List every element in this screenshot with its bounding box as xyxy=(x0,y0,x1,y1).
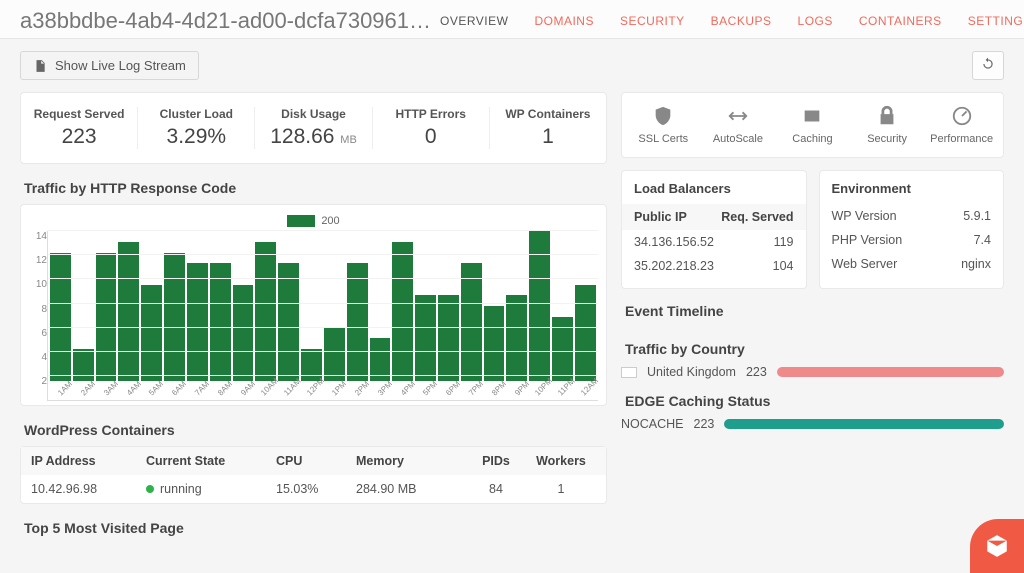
refresh-button[interactable] xyxy=(972,51,1004,80)
bar xyxy=(141,285,162,381)
nav-overview[interactable]: OVERVIEW xyxy=(440,14,508,28)
nav-logs[interactable]: LOGS xyxy=(798,14,833,28)
top-pages-title: Top 5 Most Visited Page xyxy=(24,520,607,536)
bar xyxy=(255,242,276,381)
env-row: WP Version5.9.1 xyxy=(832,204,992,228)
bar xyxy=(118,242,139,381)
nav-containers[interactable]: CONTAINERS xyxy=(859,14,942,28)
lock-icon xyxy=(876,105,898,127)
bar xyxy=(506,295,527,381)
bar xyxy=(575,285,596,381)
bar xyxy=(392,242,413,381)
disk-icon xyxy=(801,105,823,127)
cube-icon xyxy=(984,533,1010,559)
bar xyxy=(73,349,94,381)
cache-bar xyxy=(724,419,1004,429)
chart-legend: 200 xyxy=(29,215,598,227)
traffic-country-card: Traffic by Country United Kingdom 223 xyxy=(621,339,1004,379)
chart-bars: 1AM2AM3AM4AM5AM6AM7AM8AM9AM10AM11AM12PM1… xyxy=(47,231,598,401)
load-balancers-card: Load Balancers Public IPReq. Served 34.1… xyxy=(621,170,807,289)
bar xyxy=(461,263,482,381)
env-row: PHP Version7.4 xyxy=(832,228,992,252)
environment-card: Environment WP Version5.9.1 PHP Version7… xyxy=(819,170,1005,289)
flag-icon xyxy=(621,367,637,378)
chart-y-axis: 1412108642 xyxy=(29,231,47,401)
document-icon xyxy=(33,59,47,73)
country-bar xyxy=(777,367,1004,377)
bar xyxy=(484,306,505,381)
bar xyxy=(324,328,345,382)
refresh-icon xyxy=(981,57,995,71)
stat-http-errors: HTTP Errors 0 xyxy=(373,107,490,149)
bar xyxy=(233,285,254,381)
lb-row: 35.202.218.23104 xyxy=(634,254,794,278)
top-nav: OVERVIEW DOMAINS SECURITY BACKUPS LOGS C… xyxy=(440,14,1024,28)
traffic-chart-card: Traffic by HTTP Response Code 200 141210… xyxy=(20,178,607,406)
bar xyxy=(210,263,231,381)
chart-title: Traffic by HTTP Response Code xyxy=(24,180,607,196)
site-id-title: a38bbdbe-4ab4-4d21-ad00-dcfa73096149.fs0… xyxy=(20,8,440,34)
help-fab[interactable] xyxy=(970,519,1024,573)
wp-table-row: 10.42.96.98 running 15.03% 284.90 MB 84 … xyxy=(21,475,606,503)
env-row: Web Servernginx xyxy=(832,252,992,276)
bar xyxy=(187,263,208,381)
stat-request-served: Request Served 223 xyxy=(21,107,138,149)
bar xyxy=(96,253,117,382)
shortcut-autoscale[interactable]: AutoScale xyxy=(701,105,776,145)
bar xyxy=(438,295,459,381)
wp-table-header: IP Address Current State CPU Memory PIDs… xyxy=(21,447,606,475)
shortcut-performance[interactable]: Performance xyxy=(924,105,999,145)
top-pages-card: Top 5 Most Visited Page xyxy=(20,518,607,544)
wp-containers-card: WordPress Containers IP Address Current … xyxy=(20,420,607,504)
shortcut-security[interactable]: Security xyxy=(850,105,925,145)
bar xyxy=(50,253,71,382)
nav-domains[interactable]: DOMAINS xyxy=(534,14,594,28)
nav-security[interactable]: SECURITY xyxy=(620,14,685,28)
arrows-h-icon xyxy=(727,105,749,127)
stat-wp-containers: WP Containers 1 xyxy=(490,107,606,149)
shortcut-caching[interactable]: Caching xyxy=(775,105,850,145)
event-timeline-card: Event Timeline xyxy=(621,301,1004,327)
edge-cache-card: EDGE Caching Status NOCACHE 223 xyxy=(621,391,1004,431)
summary-stats: Request Served 223 Cluster Load 3.29% Di… xyxy=(20,92,607,164)
nav-backups[interactable]: BACKUPS xyxy=(711,14,772,28)
bar xyxy=(164,253,185,382)
status-dot-icon xyxy=(146,485,154,493)
header-bar: a38bbdbe-4ab4-4d21-ad00-dcfa73096149.fs0… xyxy=(0,0,1024,39)
shortcut-ssl[interactable]: SSL Certs xyxy=(626,105,701,145)
stat-cluster-load: Cluster Load 3.29% xyxy=(138,107,255,149)
wp-containers-title: WordPress Containers xyxy=(24,422,607,438)
shield-icon xyxy=(652,105,674,127)
show-log-label: Show Live Log Stream xyxy=(55,58,186,73)
bar xyxy=(415,295,436,381)
bar xyxy=(347,263,368,381)
stat-disk-usage: Disk Usage 128.66 MB xyxy=(255,107,372,149)
gauge-icon xyxy=(951,105,973,127)
shortcut-row: SSL Certs AutoScale Caching Security Per… xyxy=(621,92,1004,158)
bar xyxy=(278,263,299,381)
lb-row: 34.136.156.52119 xyxy=(634,230,794,254)
toolbar: Show Live Log Stream xyxy=(0,39,1024,92)
show-log-button[interactable]: Show Live Log Stream xyxy=(20,51,199,80)
nav-settings[interactable]: SETTINGS xyxy=(968,14,1024,28)
